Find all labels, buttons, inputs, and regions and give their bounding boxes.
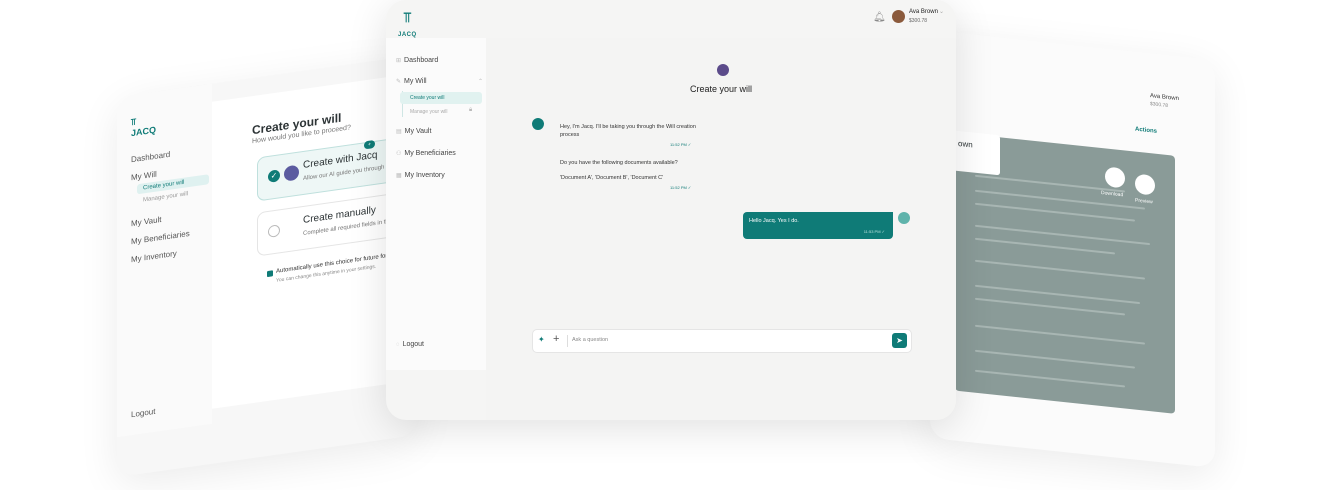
- download-button[interactable]: [1105, 166, 1125, 189]
- user-name[interactable]: Ava Brown: [909, 9, 938, 15]
- document-preview: Download Preview: [955, 132, 1175, 414]
- jacq-logo[interactable]: ⫪ JACQ: [398, 10, 417, 40]
- bot-message-1: Hey, I'm Jacq. I'll be taking you throug…: [560, 124, 696, 138]
- left-card-logo: ⫪ JACQ: [131, 114, 156, 138]
- jacq-logo-icon: ⫪: [403, 9, 412, 25]
- user-avatar-icon: [898, 212, 910, 224]
- right-card-user-balance: $300.78: [1150, 101, 1169, 110]
- sidebar: ⊞ Dashboard ✎ My Will ⌃ Create your will M…: [386, 38, 486, 370]
- actions-dropdown[interactable]: Actions: [1135, 127, 1157, 135]
- user-balance: $300.78: [909, 18, 928, 24]
- sidebar-item-label: My Beneficiaries: [404, 150, 456, 157]
- notification-bell-icon[interactable]: 🔔︎: [873, 12, 886, 23]
- user-avatar[interactable]: [892, 10, 905, 23]
- sidebar-item-my-inventory[interactable]: ▦ My Inventory: [396, 172, 445, 179]
- bot-message-3: 'Document A', 'Document B', 'Document C': [560, 175, 664, 181]
- user-message-text: Hello Jacq. Yes I do.: [749, 218, 799, 224]
- jacq-logo-icon: ⫪: [131, 116, 137, 128]
- sidebar-item-dashboard[interactable]: ⊞ Dashboard: [396, 57, 438, 64]
- chevron-up-icon[interactable]: ⌃: [478, 78, 483, 85]
- lock-icon: 🔒︎: [469, 107, 473, 113]
- inventory-icon: ▦: [396, 173, 402, 179]
- sidebar-item-my-vault[interactable]: ▤ My Vault: [396, 128, 431, 135]
- message-timestamp-1: 11:52 PM ✓: [670, 142, 692, 147]
- preview-label: Preview: [1135, 197, 1153, 206]
- page-title: Create your will: [689, 84, 753, 94]
- background-card-document-preview: Ava Brown $300.78 Actions Download Previ…: [930, 30, 1215, 468]
- top-bar: ⫪ JACQ 🔔︎ Ava Brown $300.78 ⌄: [386, 0, 956, 38]
- preview-button[interactable]: [1135, 173, 1155, 196]
- jacq-avatar-icon: [284, 164, 299, 182]
- chat-input[interactable]: Ask a question: [572, 337, 608, 343]
- logout-icon: ◌: [396, 341, 400, 348]
- message-timestamp-3: 11:52 PM ✓: [670, 185, 692, 190]
- document-tab-label: own: [958, 138, 973, 150]
- user-message-bubble: Hello Jacq. Yes I do. 11:53 PM ✓: [743, 212, 893, 239]
- grid-icon: ⊞: [396, 58, 402, 64]
- logout-button[interactable]: ◌ Logout: [396, 341, 424, 348]
- send-button[interactable]: ➤: [892, 333, 907, 348]
- chat-input-bar: ✦ + Ask a question ➤: [532, 329, 912, 353]
- input-divider: [567, 335, 568, 347]
- logout-label: Logout: [402, 341, 424, 348]
- sidebar-item-label: My Inventory: [404, 172, 445, 179]
- add-attachment-icon[interactable]: +: [553, 333, 559, 345]
- auto-save-checkbox[interactable]: [267, 270, 273, 278]
- sidebar-item-label: My Will: [404, 78, 427, 85]
- bot-message-2: Do you have the following documents avai…: [560, 160, 678, 166]
- sidebar-item-my-beneficiaries[interactable]: ⚇ My Beneficiaries: [396, 150, 456, 157]
- main-window: ⫪ JACQ 🔔︎ Ava Brown $300.78 ⌄ ⊞ Dashboard…: [386, 0, 956, 420]
- sidebar-item-label: Dashboard: [404, 57, 439, 64]
- people-icon: ⚇: [396, 151, 402, 157]
- will-icon: ✎: [396, 79, 402, 85]
- jacq-avatar-icon: [717, 64, 729, 76]
- download-label: Download: [1101, 189, 1124, 199]
- chevron-down-icon[interactable]: ⌄: [939, 8, 944, 15]
- bot-avatar-icon: [532, 118, 544, 130]
- vault-icon: ▤: [396, 129, 402, 135]
- ai-badge: +: [364, 139, 375, 150]
- user-message-timestamp: 11:53 PM ✓: [863, 229, 885, 234]
- radio-icon: [268, 224, 280, 238]
- background-card-create-options: ⫪ JACQ Dashboard My Will Create your will…: [117, 55, 417, 478]
- sidebar-item-my-will[interactable]: ✎ My Will: [396, 78, 427, 85]
- sidebar-item-create-will[interactable]: Create your will: [400, 92, 482, 104]
- check-icon: ✓: [268, 169, 280, 183]
- sidebar-item-label: My Vault: [404, 128, 432, 135]
- ai-sparkle-icon[interactable]: ✦: [538, 335, 545, 344]
